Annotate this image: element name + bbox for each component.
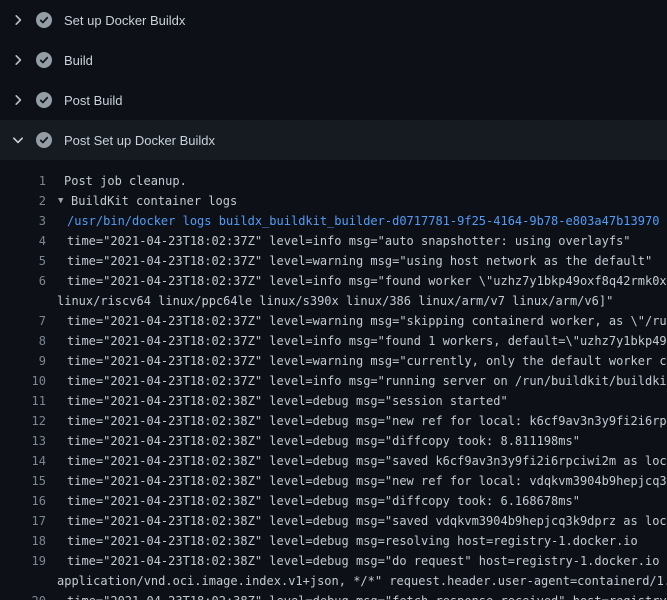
- log-line: 14 time="2021-04-23T18:02:38Z" level=deb…: [0, 451, 667, 471]
- log-line: 7 time="2021-04-23T18:02:37Z" level=warn…: [0, 311, 667, 331]
- log-line-text: time="2021-04-23T18:02:37Z" level=info m…: [67, 231, 631, 251]
- log-line: 20 time="2021-04-23T18:02:38Z" level=deb…: [0, 591, 667, 600]
- log-line-number[interactable]: 3: [0, 211, 46, 231]
- actions-log-viewer: Set up Docker Buildx Build: [0, 0, 667, 600]
- log-line-text: time="2021-04-23T18:02:37Z" level=info m…: [67, 331, 667, 351]
- step-header-0[interactable]: Set up Docker Buildx: [0, 0, 667, 40]
- log-line-text: time="2021-04-23T18:02:37Z" level=warnin…: [67, 351, 667, 371]
- step-label: Post Build: [64, 93, 123, 108]
- log-line-text: time="2021-04-23T18:02:38Z" level=debug …: [67, 531, 638, 551]
- step-label: Build: [64, 53, 93, 68]
- log-line-number[interactable]: 2: [0, 191, 46, 211]
- log-line: 6 time="2021-04-23T18:02:37Z" level=info…: [0, 271, 667, 291]
- step-header-2[interactable]: Post Build: [0, 80, 667, 120]
- log-line-text: Post job cleanup.: [64, 171, 187, 191]
- log-line[interactable]: 2 ▼ BuildKit container logs: [0, 191, 667, 211]
- step-header-1[interactable]: Build: [0, 40, 667, 80]
- chevron-right-icon: [10, 92, 26, 108]
- log-line-number[interactable]: 9: [0, 351, 46, 371]
- log-line-number[interactable]: 8: [0, 331, 46, 351]
- chevron-right-icon: [10, 52, 26, 68]
- log-line: 10 time="2021-04-23T18:02:37Z" level=inf…: [0, 371, 667, 391]
- log-line-number[interactable]: 10: [0, 371, 46, 391]
- step-label: Post Set up Docker Buildx: [64, 133, 215, 148]
- log-line-text: time="2021-04-23T18:02:38Z" level=debug …: [67, 551, 667, 571]
- check-circle-icon: [36, 92, 52, 108]
- log-output: 1 Post job cleanup. 2 ▼ BuildKit contain…: [0, 160, 667, 600]
- log-line-number[interactable]: 17: [0, 511, 46, 531]
- log-line: 1 Post job cleanup.: [0, 171, 667, 191]
- check-circle-icon: [36, 52, 52, 68]
- log-line: 15 time="2021-04-23T18:02:38Z" level=deb…: [0, 471, 667, 491]
- log-line-text: time="2021-04-23T18:02:38Z" level=debug …: [67, 451, 667, 471]
- log-line-number[interactable]: 14: [0, 451, 46, 471]
- chevron-right-icon: [10, 12, 26, 28]
- log-line-text: linux/riscv64 linux/ppc64le linux/s390x …: [57, 291, 613, 311]
- log-line: 17 time="2021-04-23T18:02:38Z" level=deb…: [0, 511, 667, 531]
- log-line: 9 time="2021-04-23T18:02:37Z" level=warn…: [0, 351, 667, 371]
- log-line-number[interactable]: 1: [0, 171, 46, 191]
- log-line-text: time="2021-04-23T18:02:37Z" level=info m…: [67, 371, 667, 391]
- log-line-number[interactable]: 20: [0, 591, 46, 600]
- log-line: 11 time="2021-04-23T18:02:38Z" level=deb…: [0, 391, 667, 411]
- check-circle-icon: [36, 12, 52, 28]
- log-line-text: time="2021-04-23T18:02:38Z" level=debug …: [67, 431, 580, 451]
- log-line-number[interactable]: 12: [0, 411, 46, 431]
- log-line: 19 time="2021-04-23T18:02:38Z" level=deb…: [0, 551, 667, 571]
- log-line-number[interactable]: 16: [0, 491, 46, 511]
- log-line-text: time="2021-04-23T18:02:38Z" level=debug …: [67, 511, 667, 531]
- log-line-text: time="2021-04-23T18:02:37Z" level=warnin…: [67, 251, 652, 271]
- log-line-number[interactable]: 13: [0, 431, 46, 451]
- log-line: 8 time="2021-04-23T18:02:37Z" level=info…: [0, 331, 667, 351]
- log-line: 18 time="2021-04-23T18:02:38Z" level=deb…: [0, 531, 667, 551]
- log-line: 3 /usr/bin/docker logs buildx_buildkit_b…: [0, 211, 667, 231]
- log-line: 5 time="2021-04-23T18:02:37Z" level=warn…: [0, 251, 667, 271]
- log-line-text: time="2021-04-23T18:02:37Z" level=warnin…: [67, 311, 667, 331]
- log-line: 12 time="2021-04-23T18:02:38Z" level=deb…: [0, 411, 667, 431]
- log-line-text: time="2021-04-23T18:02:37Z" level=info m…: [67, 271, 667, 291]
- log-line-number[interactable]: 19: [0, 551, 46, 571]
- log-group-caret-icon: ▼: [58, 191, 63, 211]
- log-line-number[interactable]: 18: [0, 531, 46, 551]
- check-circle-icon: [36, 132, 52, 148]
- log-line-text: /usr/bin/docker logs buildx_buildkit_bui…: [67, 211, 659, 231]
- log-line: 4 time="2021-04-23T18:02:37Z" level=info…: [0, 231, 667, 251]
- log-line-number[interactable]: 6: [0, 271, 46, 291]
- log-line-number[interactable]: 11: [0, 391, 46, 411]
- log-line-text: time="2021-04-23T18:02:38Z" level=debug …: [67, 491, 580, 511]
- log-line: application/vnd.oci.image.index.v1+json,…: [0, 571, 667, 591]
- step-label: Set up Docker Buildx: [64, 13, 185, 28]
- log-line: linux/riscv64 linux/ppc64le linux/s390x …: [0, 291, 667, 311]
- log-line-number[interactable]: 5: [0, 251, 46, 271]
- log-line-text: application/vnd.oci.image.index.v1+json,…: [57, 571, 667, 591]
- log-line-text: time="2021-04-23T18:02:38Z" level=debug …: [67, 471, 667, 491]
- log-line-text: time="2021-04-23T18:02:38Z" level=debug …: [67, 591, 667, 600]
- log-line-text: time="2021-04-23T18:02:38Z" level=debug …: [67, 391, 508, 411]
- log-line-number[interactable]: 7: [0, 311, 46, 331]
- step-header-3[interactable]: Post Set up Docker Buildx: [0, 120, 667, 160]
- steps-list: Set up Docker Buildx Build: [0, 0, 667, 160]
- chevron-down-icon: [10, 132, 26, 148]
- log-line-number[interactable]: 15: [0, 471, 46, 491]
- log-line: 16 time="2021-04-23T18:02:38Z" level=deb…: [0, 491, 667, 511]
- log-line-text: BuildKit container logs: [71, 191, 237, 211]
- log-line-number[interactable]: 4: [0, 231, 46, 251]
- log-line-text: time="2021-04-23T18:02:38Z" level=debug …: [67, 411, 667, 431]
- log-line: 13 time="2021-04-23T18:02:38Z" level=deb…: [0, 431, 667, 451]
